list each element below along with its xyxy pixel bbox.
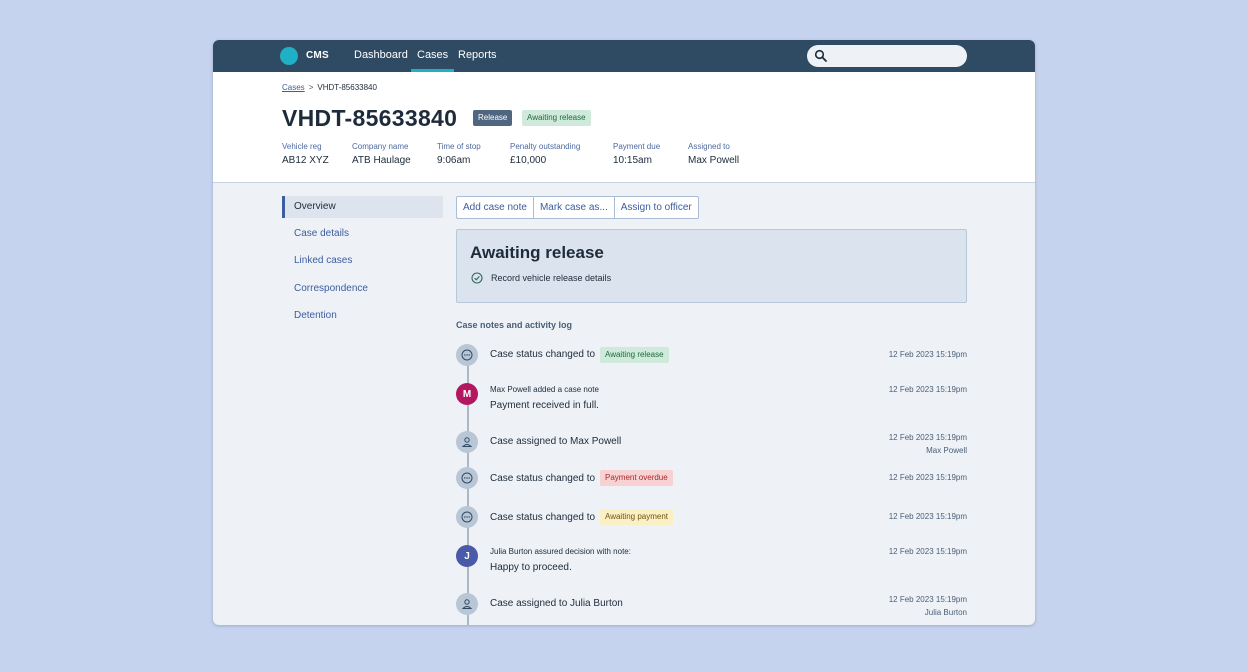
activity-text: Case status changed to: [490, 349, 596, 360]
activity-note-author: Max Powell added a case note: [490, 385, 599, 394]
meta-label: Penalty outstanding: [510, 142, 581, 151]
nav-cases[interactable]: Cases: [410, 49, 455, 72]
meta-label: Company name: [352, 142, 409, 151]
logo-icon: [280, 47, 298, 65]
record-release-task[interactable]: Record vehicle release details: [471, 272, 611, 284]
status-panel-title: Awaiting release: [470, 243, 604, 262]
brand-name: CMS: [306, 50, 329, 61]
activity-text: Case assigned to Julia Burton: [490, 598, 623, 609]
activity-timestamp: 12 Feb 2023 15:19pm: [888, 512, 967, 521]
meta-value: 9:06am: [437, 155, 471, 166]
page-title: VHDT-85633840: [282, 105, 458, 131]
search-input[interactable]: [807, 45, 967, 67]
status-change-icon: [456, 506, 478, 528]
user-icon: [456, 431, 478, 453]
avatar: J: [456, 545, 478, 567]
status-change-icon: [456, 467, 478, 489]
breadcrumb-separator: >: [308, 83, 314, 92]
nav-dashboard[interactable]: Dashboard: [354, 49, 408, 61]
user-icon: [456, 593, 478, 615]
activity-timestamp: 12 Feb 2023 15:19pm: [888, 350, 967, 359]
add-case-note-button[interactable]: Add case note: [457, 197, 534, 218]
meta-label: Payment due: [613, 142, 661, 151]
case-action-buttons: Add case note Mark case as... Assign to …: [456, 196, 699, 219]
meta-penalty-outstanding: Penalty outstanding £10,000: [510, 142, 580, 166]
nav-reports[interactable]: Reports: [458, 49, 497, 61]
activity-text: Case status changed to: [490, 473, 596, 484]
meta-company-name: Company name ATB Haulage: [352, 142, 411, 166]
activity-text: Case status changed to: [490, 512, 596, 523]
breadcrumb-current: VHDT-85633840: [317, 83, 377, 92]
status-panel: Awaiting release Record vehicle release …: [456, 229, 967, 303]
activity-timestamp: 12 Feb 2023 15:19pm: [888, 547, 967, 556]
meta-label: Assigned to: [688, 142, 730, 151]
sidebar-item-linked-cases[interactable]: Linked cases: [282, 250, 443, 272]
avatar: M: [456, 383, 478, 405]
meta-value: ATB Haulage: [352, 155, 411, 166]
activity-text: Case assigned to Max Powell: [490, 436, 622, 447]
activity-user: Max Powell: [926, 446, 967, 455]
activity-status-badge: Awaiting payment: [600, 509, 673, 525]
activity-status-badge: Awaiting release: [600, 347, 669, 363]
meta-value: AB12 XYZ: [282, 155, 329, 166]
meta-vehicle-reg: Vehicle reg AB12 XYZ: [282, 142, 329, 166]
activity-note-text: Payment received in full.: [490, 400, 599, 411]
activity-log-title: Case notes and activity log: [456, 320, 573, 330]
meta-value: Max Powell: [688, 155, 740, 166]
release-badge: Release: [473, 110, 513, 126]
activity-note-text: Happy to proceed.: [490, 562, 572, 573]
status-badge: Awaiting release: [522, 110, 591, 126]
activity-timestamp: 12 Feb 2023 15:19pm: [888, 433, 967, 442]
status-change-icon: [456, 344, 478, 366]
meta-label: Time of stop: [437, 142, 481, 151]
check-circle-icon: [471, 272, 483, 284]
activity-note-author: Julia Burton assured decision with note:: [490, 547, 631, 556]
meta-payment-due: Payment due 10:15am: [613, 142, 660, 166]
mark-case-as-button[interactable]: Mark case as...: [534, 197, 615, 218]
activity-timestamp: 12 Feb 2023 15:19pm: [888, 473, 967, 482]
top-nav: CMS Dashboard Cases Reports: [213, 40, 1035, 72]
search-icon: [814, 49, 827, 62]
activity-timestamp: 12 Feb 2023 15:19pm: [888, 385, 967, 394]
sidebar-item-case-details[interactable]: Case details: [282, 223, 443, 245]
meta-value: 10:15am: [613, 155, 652, 166]
meta-label: Vehicle reg: [282, 142, 322, 151]
case-header: Cases > VHDT-85633840 VHDT-85633840 Releas…: [213, 72, 1035, 183]
sidebar-item-overview[interactable]: Overview: [282, 196, 443, 218]
meta-assigned-to: Assigned to Max Powell: [688, 142, 739, 166]
sidebar-item-detention[interactable]: Detention: [282, 305, 443, 327]
sidebar-item-correspondence[interactable]: Correspondence: [282, 278, 443, 300]
assign-to-officer-button[interactable]: Assign to officer: [615, 197, 698, 218]
activity-timestamp: 12 Feb 2023 15:19pm: [888, 595, 967, 604]
meta-time-of-stop: Time of stop 9:06am: [437, 142, 481, 166]
task-label: Record vehicle release details: [491, 273, 612, 283]
activity-status-badge: Payment overdue: [600, 470, 673, 486]
breadcrumb: Cases > VHDT-85633840: [282, 83, 377, 92]
activity-user: Julia Burton: [924, 608, 967, 617]
meta-value: £10,000: [510, 155, 547, 166]
breadcrumb-cases-link[interactable]: Cases: [282, 83, 305, 92]
app-window: CMS Dashboard Cases Reports Cases > VHDT-8…: [213, 40, 1035, 625]
